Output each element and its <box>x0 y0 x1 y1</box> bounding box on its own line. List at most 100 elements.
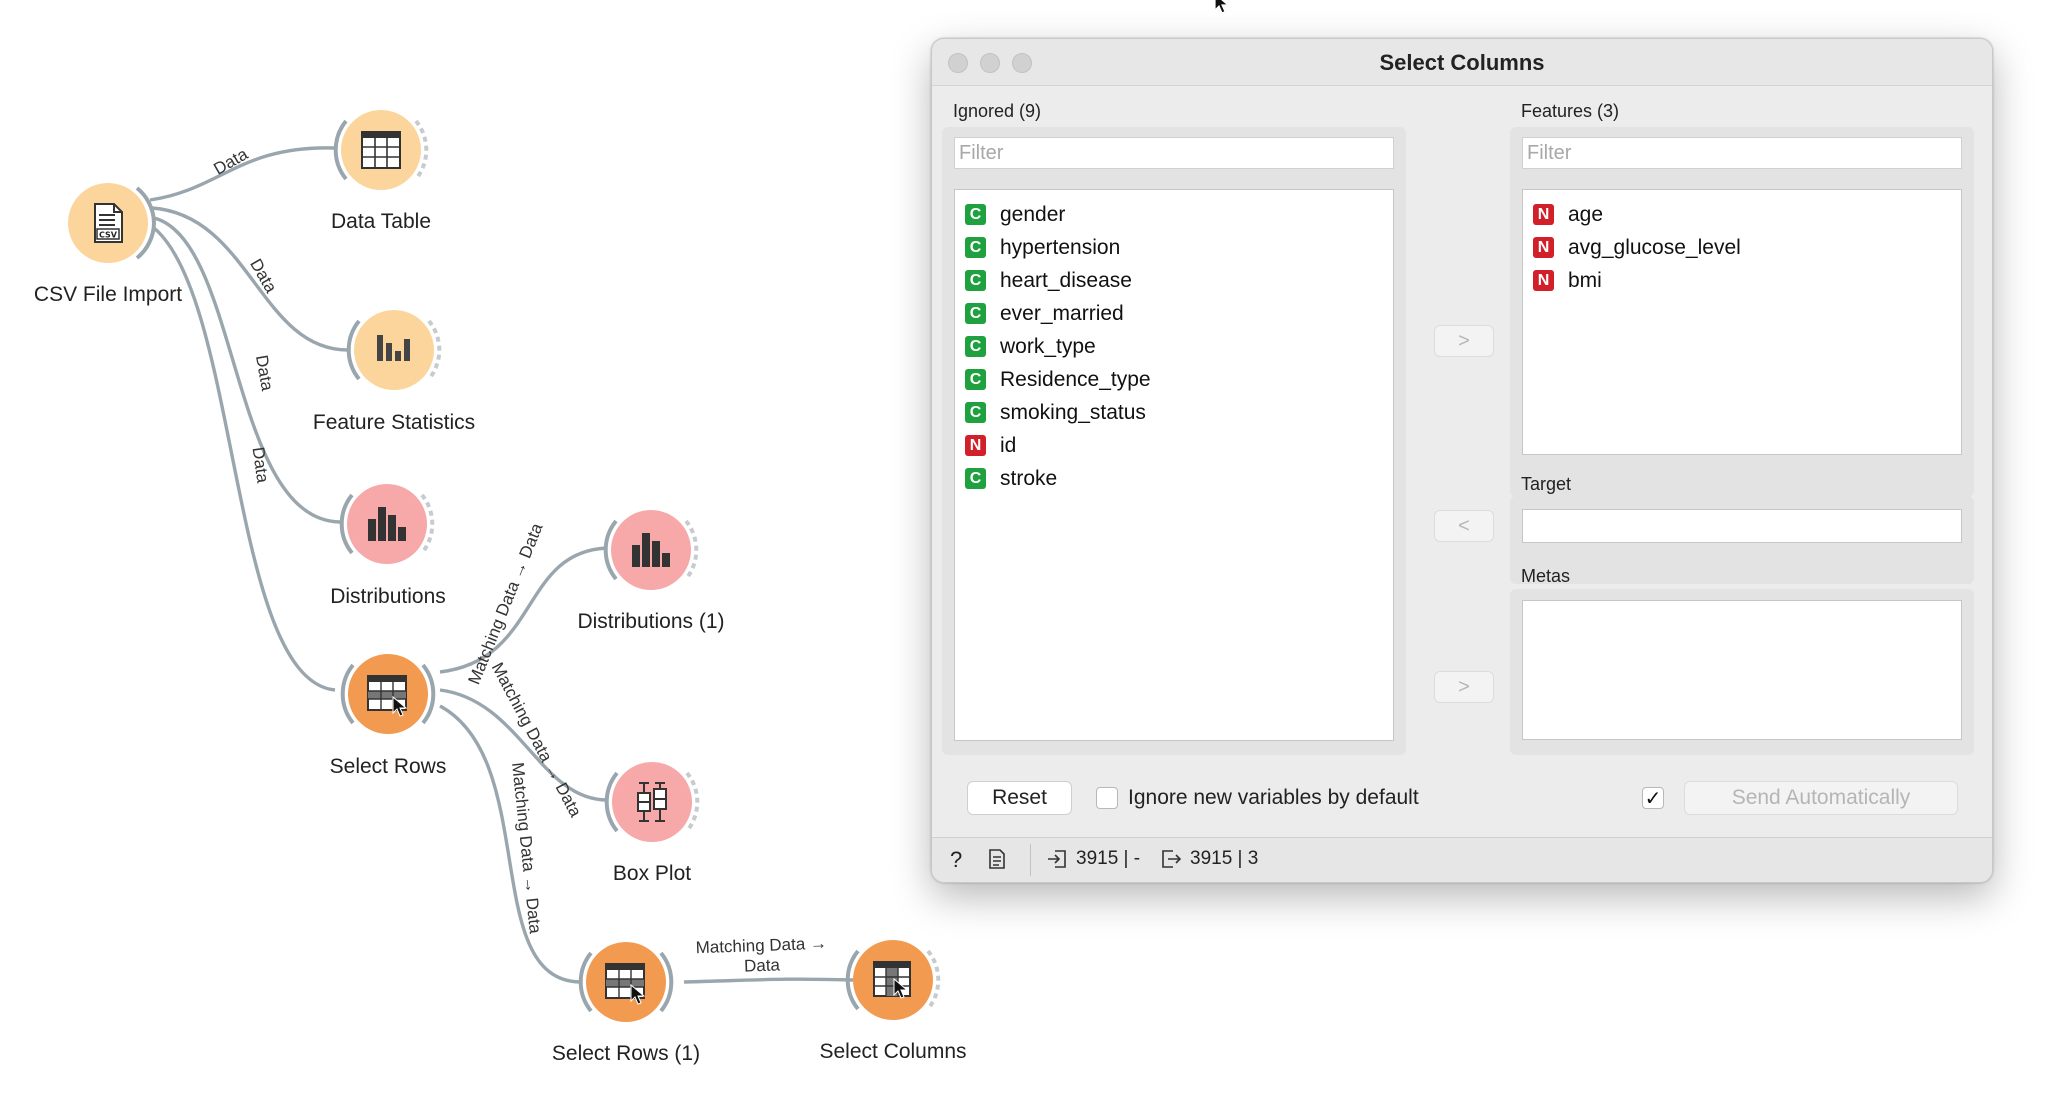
bar-chart-icon <box>368 507 406 541</box>
node-disk <box>853 940 933 1020</box>
list-item[interactable]: Navg_glucose_level <box>1523 231 1961 264</box>
list-item[interactable]: Nbmi <box>1523 264 1961 297</box>
variable-type-badge: N <box>1533 270 1554 291</box>
output-summary[interactable]: 3915 | 3 <box>1160 848 1258 870</box>
node-data-table[interactable] <box>326 95 436 205</box>
node-label-distributions-1: Distributions (1) <box>577 610 725 633</box>
link-select-rows-1-select-columns[interactable] <box>683 977 854 984</box>
node-label-distributions: Distributions <box>330 585 446 608</box>
variable-type-badge: C <box>965 237 986 258</box>
list-item[interactable]: Chypertension <box>955 231 1393 264</box>
ignored-label: Ignored (9) <box>953 101 1042 121</box>
box-plot-icon <box>637 782 667 822</box>
variable-name: avg_glucose_level <box>1568 235 1741 259</box>
variable-type-badge: N <box>1533 237 1554 258</box>
variable-name: work_type <box>1000 334 1096 358</box>
node-disk <box>612 762 692 842</box>
link-label-select-rows-1-select-columns: Matching Data → Data <box>695 934 828 979</box>
node-label-select-rows-1: Select Rows (1) <box>551 1042 701 1065</box>
node-disk <box>348 654 428 734</box>
node-label-box-plot: Box Plot <box>612 862 692 885</box>
node-disk: CSV <box>68 183 148 263</box>
ignored-filter-input[interactable]: Filter <box>954 137 1394 169</box>
ignore-new-variables-checkbox[interactable] <box>1096 787 1118 809</box>
list-item[interactable]: Cgender <box>955 198 1393 231</box>
target-variables-list[interactable] <box>1522 509 1962 543</box>
node-box-plot[interactable] <box>597 747 707 857</box>
list-item[interactable]: Cstroke <box>955 462 1393 495</box>
ignored-variables-list[interactable]: Cgender Chypertension Cheart_disease Cev… <box>954 189 1394 741</box>
target-label: Target <box>1521 474 1572 494</box>
select-rows-icon <box>605 963 646 1005</box>
node-label-data-table: Data Table <box>330 210 432 233</box>
move-to-features-button[interactable]: > <box>1434 325 1494 357</box>
node-label-feature-statistics: Feature Statistics <box>312 411 476 434</box>
ignore-new-variables-label: Ignore new variables by default <box>1128 786 1419 809</box>
output-icon <box>1162 850 1182 868</box>
node-distributions-1[interactable] <box>596 495 706 605</box>
variable-name: stroke <box>1000 466 1058 490</box>
variable-name: Residence_type <box>1000 367 1151 391</box>
list-item[interactable]: C Residence_type <box>955 363 1393 396</box>
node-distributions[interactable] <box>332 469 442 579</box>
select-rows-icon <box>367 675 408 717</box>
send-automatically-button[interactable]: Send Automatically <box>1684 781 1958 815</box>
list-item[interactable]: Cever_married <box>955 297 1393 330</box>
csv-file-icon: CSV <box>94 203 123 243</box>
svg-text:CSV: CSV <box>99 231 118 240</box>
status-divider <box>1030 844 1031 876</box>
input-summary[interactable]: 3915 | - <box>1046 848 1140 870</box>
reset-button[interactable]: Reset <box>967 781 1072 815</box>
send-automatically-checkbox[interactable]: ✓ <box>1642 787 1664 810</box>
list-item[interactable]: Nid <box>955 429 1393 462</box>
select-columns-window: Select Columns Ignored (9) Filter Cgende… <box>931 38 1993 883</box>
features-variables-list[interactable]: Nage Navg_glucose_level Nbmi <box>1522 189 1962 455</box>
node-csv-file-import[interactable]: CSV <box>53 168 163 278</box>
move-from-target-button[interactable]: < <box>1434 510 1494 542</box>
node-disk <box>347 484 427 564</box>
variable-type-badge: C <box>965 468 986 489</box>
variable-name: heart_disease <box>1000 268 1132 292</box>
status-bar: ? 3915 | - 3915 | 3 <box>932 837 1992 882</box>
list-item[interactable]: Csmoking_status <box>955 396 1393 429</box>
node-feature-statistics[interactable] <box>339 295 449 405</box>
mouse-cursor-icon <box>1214 0 1230 14</box>
node-label-select-columns: Select Columns <box>819 1040 967 1063</box>
node-select-columns[interactable] <box>838 925 948 1035</box>
variable-name: ever_married <box>1000 301 1124 325</box>
variable-type-badge: N <box>965 435 986 456</box>
variable-name: smoking_status <box>1000 400 1146 424</box>
features-filter-input[interactable]: Filter <box>1522 137 1962 169</box>
node-select-rows[interactable] <box>333 639 443 749</box>
window-titlebar[interactable]: Select Columns <box>932 39 1992 86</box>
variable-name: gender <box>1000 202 1066 226</box>
move-to-metas-button[interactable]: > <box>1434 671 1494 703</box>
node-select-rows-1[interactable] <box>571 927 681 1037</box>
input-summary-text: 3915 | - <box>1076 848 1141 869</box>
link-csv-feature-statistics[interactable] <box>151 206 349 352</box>
variable-name: bmi <box>1568 268 1602 292</box>
report-button[interactable] <box>986 848 1016 870</box>
select-columns-icon <box>873 961 911 999</box>
node-disk <box>341 110 421 190</box>
list-item[interactable]: Nage <box>1523 198 1961 231</box>
help-icon: ? <box>950 847 963 872</box>
node-disk <box>611 510 691 590</box>
node-disk <box>586 942 666 1022</box>
link-select-rows-select-rows-1[interactable] <box>439 704 581 984</box>
variable-type-badge: N <box>1533 204 1554 225</box>
variable-type-badge: C <box>965 402 986 423</box>
output-summary-text: 3915 | 3 <box>1190 848 1259 869</box>
metas-label: Metas <box>1521 566 1571 586</box>
variable-name: id <box>1000 433 1017 457</box>
variable-type-badge: C <box>965 369 986 390</box>
list-item[interactable]: Cheart_disease <box>955 264 1393 297</box>
list-item[interactable]: Cwork_type <box>955 330 1393 363</box>
table-icon <box>361 131 401 169</box>
node-disk <box>354 310 434 390</box>
metas-variables-list[interactable] <box>1522 600 1962 740</box>
node-label-select-rows: Select Rows <box>329 755 447 778</box>
help-button[interactable]: ? <box>950 847 962 873</box>
window-title: Select Columns <box>1379 50 1545 75</box>
input-icon <box>1048 850 1066 868</box>
